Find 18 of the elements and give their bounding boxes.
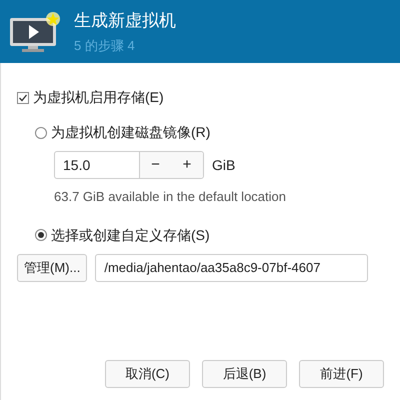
dialog-title: 生成新虚拟机: [74, 10, 176, 32]
manage-button[interactable]: 管理(M)...: [17, 254, 88, 282]
available-space-text: 63.7 GiB available in the default location: [54, 188, 287, 206]
dialog-button[interactable]: 取消(C): [105, 360, 190, 388]
checkbox[interactable]: [17, 92, 29, 104]
radio-button[interactable]: [35, 126, 47, 138]
option-label[interactable]: 为虚拟机创建磁盘镜像(R): [51, 122, 210, 143]
dialog-button[interactable]: 后退(B): [202, 360, 287, 388]
decrement-button[interactable]: −: [139, 152, 171, 178]
dialog-button[interactable]: 前进(F): [299, 360, 384, 388]
unit-label: GiB: [212, 156, 236, 174]
increment-button[interactable]: +: [171, 152, 203, 178]
step-indicator: 5 的步骤 4: [74, 36, 136, 54]
path-field[interactable]: /media/jahentao/aa35a8c9-07bf-4607: [95, 254, 368, 282]
option-label[interactable]: 选择或创建自定义存储(S): [51, 224, 210, 246]
checkbox-label[interactable]: 为虚拟机启用存储(E): [33, 87, 164, 108]
monitor-play-icon: [8, 10, 60, 54]
radio-button[interactable]: [35, 229, 47, 241]
